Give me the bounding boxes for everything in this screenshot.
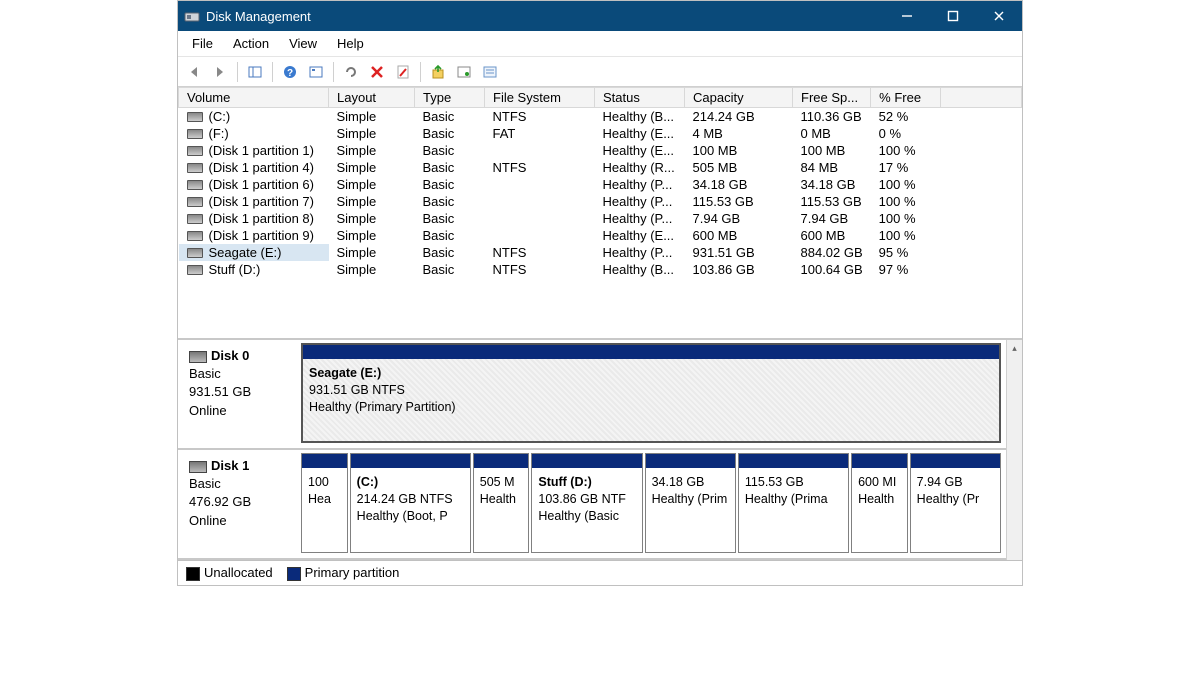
volume-icon xyxy=(187,231,203,241)
partition[interactable]: 115.53 GBHealthy (Prima xyxy=(738,453,849,553)
legend-primary: Primary partition xyxy=(287,565,400,581)
partition-header-bar xyxy=(474,454,529,468)
partition[interactable]: Stuff (D:)103.86 GB NTFHealthy (Basic xyxy=(531,453,642,553)
show-hide-button[interactable] xyxy=(243,60,267,84)
settings-button[interactable] xyxy=(304,60,328,84)
disk-icon xyxy=(189,351,207,363)
svg-text:?: ? xyxy=(287,68,293,79)
menu-action[interactable]: Action xyxy=(223,33,279,54)
table-row[interactable]: Stuff (D:)SimpleBasicNTFSHealthy (B...10… xyxy=(179,261,1022,278)
partition-header-bar xyxy=(303,345,999,359)
minimize-button[interactable] xyxy=(884,1,930,31)
toolbar-sep xyxy=(272,62,273,82)
disk-graphical-pane: Disk 0Basic931.51 GBOnlineSeagate (E:)93… xyxy=(178,338,1022,560)
toolbar-sep xyxy=(237,62,238,82)
toolbar-sep xyxy=(333,62,334,82)
column-header[interactable]: Capacity xyxy=(685,88,793,108)
volume-icon xyxy=(187,129,203,139)
action1-button[interactable] xyxy=(426,60,450,84)
table-row[interactable]: (Disk 1 partition 9)SimpleBasicHealthy (… xyxy=(179,227,1022,244)
partition-header-bar xyxy=(302,454,347,468)
column-header[interactable]: Volume xyxy=(179,88,329,108)
disk-management-window: Disk Management File Action View Help ? … xyxy=(177,0,1023,586)
column-header[interactable]: File System xyxy=(485,88,595,108)
menu-help[interactable]: Help xyxy=(327,33,374,54)
column-header[interactable]: Free Sp... xyxy=(793,88,871,108)
table-row[interactable]: (Disk 1 partition 7)SimpleBasicHealthy (… xyxy=(179,193,1022,210)
menu-file[interactable]: File xyxy=(182,33,223,54)
menubar: File Action View Help xyxy=(178,31,1022,57)
volume-icon xyxy=(187,214,203,224)
column-header[interactable]: % Free xyxy=(871,88,941,108)
window-title: Disk Management xyxy=(206,9,884,24)
delete-button[interactable] xyxy=(365,60,389,84)
partition-header-bar xyxy=(852,454,907,468)
table-row[interactable]: (Disk 1 partition 6)SimpleBasicHealthy (… xyxy=(179,176,1022,193)
toolbar: ? xyxy=(178,57,1022,87)
partition-header-bar xyxy=(739,454,848,468)
volume-icon xyxy=(187,163,203,173)
volume-table[interactable]: VolumeLayoutTypeFile SystemStatusCapacit… xyxy=(178,87,1022,278)
volume-icon xyxy=(187,197,203,207)
column-header[interactable]: Type xyxy=(415,88,485,108)
volume-icon xyxy=(187,112,203,122)
swatch-primary-icon xyxy=(287,567,301,581)
table-row[interactable]: Seagate (E:)SimpleBasicNTFSHealthy (P...… xyxy=(179,244,1022,261)
action3-button[interactable] xyxy=(478,60,502,84)
refresh-button[interactable] xyxy=(339,60,363,84)
close-button[interactable] xyxy=(976,1,1022,31)
disk-info[interactable]: Disk 1Basic476.92 GBOnline xyxy=(181,453,301,555)
legend: Unallocated Primary partition xyxy=(178,560,1022,585)
table-header-row[interactable]: VolumeLayoutTypeFile SystemStatusCapacit… xyxy=(179,88,1022,108)
partition[interactable]: 600 MIHealth xyxy=(851,453,908,553)
menu-view[interactable]: View xyxy=(279,33,327,54)
partition-strip: 100Hea(C:)214.24 GB NTFSHealthy (Boot, P… xyxy=(301,453,1003,555)
app-icon xyxy=(184,8,200,24)
volume-icon xyxy=(187,180,203,190)
disk-info[interactable]: Disk 0Basic931.51 GBOnline xyxy=(181,343,301,445)
partition[interactable]: 505 MHealth xyxy=(473,453,530,553)
legend-unallocated: Unallocated xyxy=(186,565,273,581)
volume-icon xyxy=(187,265,203,275)
properties-button[interactable] xyxy=(391,60,415,84)
partition-header-bar xyxy=(351,454,470,468)
table-row[interactable]: (Disk 1 partition 8)SimpleBasicHealthy (… xyxy=(179,210,1022,227)
help-button[interactable]: ? xyxy=(278,60,302,84)
column-header[interactable]: Status xyxy=(595,88,685,108)
partition-strip: Seagate (E:)931.51 GB NTFSHealthy (Prima… xyxy=(301,343,1003,445)
column-header[interactable]: Layout xyxy=(329,88,415,108)
volume-icon xyxy=(187,248,203,258)
disk-row: Disk 0Basic931.51 GBOnlineSeagate (E:)93… xyxy=(178,340,1006,450)
vertical-scrollbar[interactable]: ▴ xyxy=(1006,340,1022,560)
partition-header-bar xyxy=(532,454,641,468)
table-row[interactable]: (C:)SimpleBasicNTFSHealthy (B...214.24 G… xyxy=(179,108,1022,126)
toolbar-sep xyxy=(420,62,421,82)
maximize-button[interactable] xyxy=(930,1,976,31)
table-row[interactable]: (Disk 1 partition 1)SimpleBasicHealthy (… xyxy=(179,142,1022,159)
swatch-unallocated-icon xyxy=(186,567,200,581)
partition-header-bar xyxy=(911,454,1000,468)
volume-icon xyxy=(187,146,203,156)
partition[interactable]: Seagate (E:)931.51 GB NTFSHealthy (Prima… xyxy=(301,343,1001,443)
scroll-up-icon[interactable]: ▴ xyxy=(1007,340,1022,356)
back-button[interactable] xyxy=(182,60,206,84)
table-row[interactable]: (Disk 1 partition 4)SimpleBasicNTFSHealt… xyxy=(179,159,1022,176)
action2-button[interactable] xyxy=(452,60,476,84)
partition[interactable]: 100Hea xyxy=(301,453,348,553)
table-row[interactable]: (F:)SimpleBasicFATHealthy (E...4 MB0 MB0… xyxy=(179,125,1022,142)
partition[interactable]: 34.18 GBHealthy (Prim xyxy=(645,453,736,553)
disk-icon xyxy=(189,461,207,473)
partition[interactable]: (C:)214.24 GB NTFSHealthy (Boot, P xyxy=(350,453,471,553)
partition-header-bar xyxy=(646,454,735,468)
titlebar[interactable]: Disk Management xyxy=(178,1,1022,31)
partition[interactable]: 7.94 GBHealthy (Pr xyxy=(910,453,1001,553)
forward-button[interactable] xyxy=(208,60,232,84)
disk-row: Disk 1Basic476.92 GBOnline100Hea(C:)214.… xyxy=(178,450,1006,560)
